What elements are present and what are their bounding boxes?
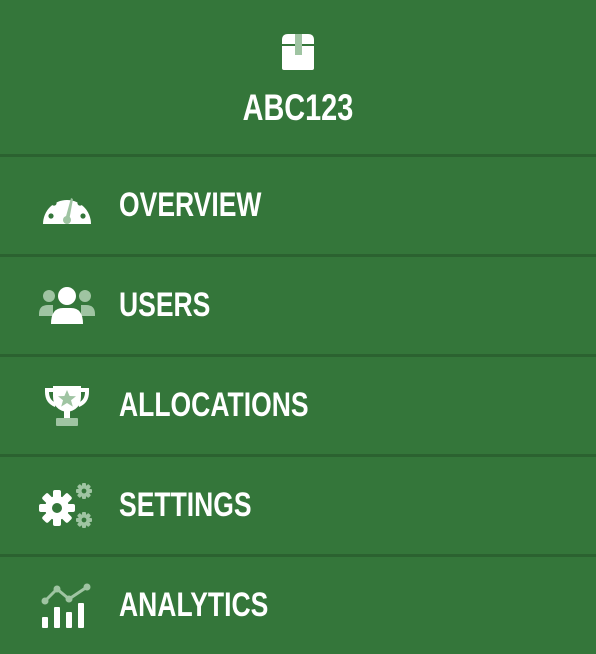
- sidebar-item-users[interactable]: USERS: [0, 257, 596, 357]
- sidebar: ABC123 OVERVIEW USERS ALLOCATIONS SETTIN…: [0, 0, 596, 652]
- sidebar-item-settings[interactable]: SETTINGS: [0, 457, 596, 557]
- sidebar-item-label: OVERVIEW: [119, 186, 262, 224]
- users-icon: [39, 282, 95, 330]
- gauge-icon: [39, 182, 95, 230]
- sidebar-item-allocations[interactable]: ALLOCATIONS: [0, 357, 596, 457]
- sidebar-menu: OVERVIEW USERS ALLOCATIONS SETTINGS ANAL…: [0, 157, 596, 654]
- sidebar-item-label: ANALYTICS: [119, 586, 269, 624]
- gears-icon: [39, 482, 95, 530]
- brand-header: ABC123: [0, 0, 596, 157]
- trophy-icon: [39, 382, 95, 430]
- brand-title: ABC123: [242, 87, 354, 128]
- sidebar-item-label: ALLOCATIONS: [119, 386, 309, 424]
- sidebar-item-label: USERS: [119, 286, 211, 324]
- chart-line-icon: [39, 582, 95, 630]
- box-icon: [278, 32, 318, 72]
- sidebar-item-label: SETTINGS: [119, 486, 252, 524]
- sidebar-item-analytics[interactable]: ANALYTICS: [0, 557, 596, 654]
- sidebar-item-overview[interactable]: OVERVIEW: [0, 157, 596, 257]
